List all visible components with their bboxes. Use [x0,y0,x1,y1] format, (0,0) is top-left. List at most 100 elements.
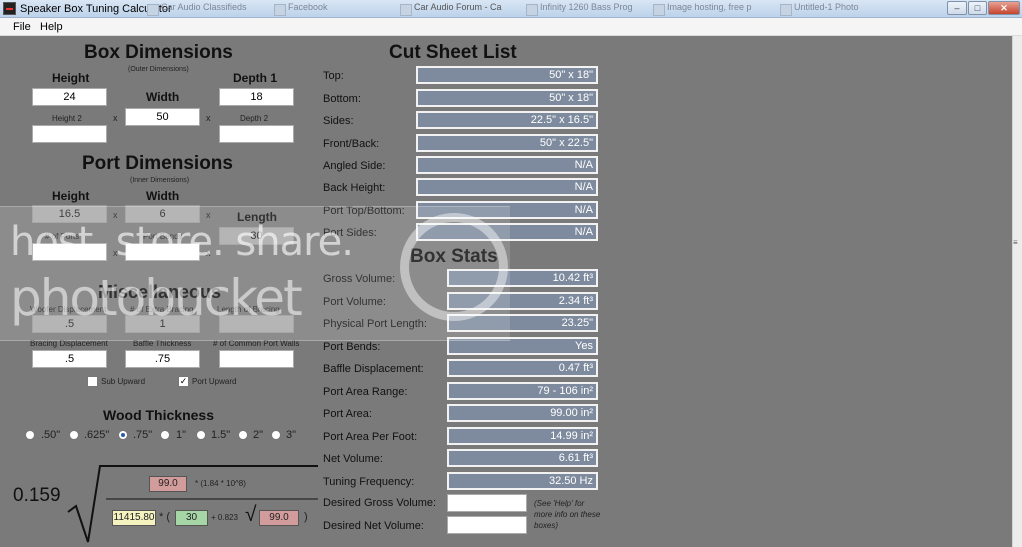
cut-sheet-value-sides: 22.5" x 16.5" [416,111,598,129]
minimize-button[interactable]: – [947,1,967,15]
stat-value-baffle-displacement: 0.47 ft³ [447,359,598,377]
stat-value-port-area-per-foot: 14.99 in² [447,427,598,445]
background-tab-1[interactable]: Car Audio Classifieds [145,2,260,17]
desired-net-label: Desired Net Volume: [323,520,424,532]
formula-plus-term: + 0.823 [211,513,238,522]
formula-port-area-box: 99.0 [149,476,187,492]
port-dimensions-subtitle: (Inner Dimensions) [130,177,190,184]
port-upward-label: Port Upward [192,377,237,386]
bracing-displacement-input[interactable]: .5 [32,350,107,368]
watermark-slogan: host. store. share. [10,219,354,265]
stat-label-net-volume: Net Volume: [323,453,383,465]
wood-option-label: 3" [286,429,297,441]
formula-multiply: * ( [159,511,170,523]
height-input[interactable]: 24 [32,88,107,106]
stat-label-port-area-range: Port Area Range: [323,386,408,398]
wood-thickness-heading: Wood Thickness [103,407,214,423]
cut-sheet-heading: Cut Sheet List [389,42,517,63]
vertical-scrollbar[interactable] [1012,36,1022,547]
baffle-thickness-input[interactable]: .75 [125,350,200,368]
depth2-input[interactable] [219,125,294,143]
wood-option-label: 2" [253,429,264,441]
app-icon [3,2,16,15]
width-label: Width [146,90,180,104]
wood-radio-50[interactable] [25,430,35,440]
menu-file[interactable]: File [13,21,31,33]
formula-length-box: 30 [175,510,208,526]
wood-radio-1-5[interactable] [196,430,206,440]
common-port-walls-input[interactable] [219,350,294,368]
cut-sheet-value-front-back: 50" x 22.5" [416,134,598,152]
cut-sheet-label-top: Top: [323,70,344,82]
background-tab-4[interactable]: Infinity 1260 Bass Prog [524,2,639,17]
cut-sheet-label-sides: Sides: [323,115,354,127]
box-dimensions-subtitle: (Outer Dimensions) [128,66,189,73]
stat-label-port-area-per-foot: Port Area Per Foot: [323,431,418,443]
cut-sheet-value-top: 50" x 18" [416,66,598,84]
depth1-label: Depth 1 [233,71,278,85]
formula-coefficient: 0.159 [13,485,61,506]
desired-gross-input[interactable] [447,494,527,512]
wood-radio-75[interactable] [118,430,128,440]
height2-label: Height 2 [52,114,82,123]
desired-gross-label: Desired Gross Volume: [323,497,437,509]
help-note: (See 'Help' for more info on these boxes… [534,499,601,530]
stat-label-port-bends: Port Bends: [323,341,381,353]
cut-sheet-label-angled-side: Angled Side: [323,160,386,172]
desired-net-input[interactable] [447,516,527,534]
wood-radio-625[interactable] [69,430,79,440]
height2-input[interactable] [32,125,107,143]
formula-volume-box: 11415.80 [112,510,156,526]
cut-sheet-value-angled-side: N/A [416,156,598,174]
background-tab-3[interactable]: Car Audio Forum - Ca [398,2,513,17]
watermark-logo-icon [400,213,508,321]
times-sign: x [113,113,118,123]
background-tab-5[interactable]: Image hosting, free p [651,2,766,17]
watermark-brand: photobucket [10,269,303,327]
wood-option-label: .50" [41,429,61,441]
formula-small-radical-icon: √ [245,503,257,526]
sub-upward-checkbox[interactable] [87,376,98,387]
width-input[interactable]: 50 [125,108,200,126]
stat-value-port-area-range: 79 - 106 in² [447,382,598,400]
formula-radical-icon [67,465,318,543]
menu-bar: File Help [0,18,1022,36]
cut-sheet-label-back-height: Back Height: [323,182,386,194]
wood-option-label: 1.5" [211,429,231,441]
background-tab-2[interactable]: Facebook [272,2,387,17]
port-width-label: Width [146,189,180,203]
stat-value-tuning-frequency: 32.50 Hz [447,472,598,490]
wood-option-label: 1" [176,429,187,441]
times-sign: x [206,113,211,123]
formula-numerator-tail: * (1.84 * 10^8) [195,479,246,488]
height-label: Height [52,71,90,85]
formula-close-paren: ) [304,511,308,523]
formula-area-box: 99.0 [259,510,299,526]
menu-help[interactable]: Help [40,21,63,33]
wood-radio-2[interactable] [238,430,248,440]
wood-radio-1[interactable] [160,430,170,440]
cut-sheet-label-bottom: Bottom: [323,93,361,105]
close-button[interactable]: ✕ [988,1,1020,15]
cut-sheet-value-back-height: N/A [416,178,598,196]
port-upward-checkbox[interactable]: ✓ [178,376,189,387]
wood-option-label: .75" [133,429,153,441]
box-dimensions-heading: Box Dimensions [84,42,233,63]
photobucket-watermark: host. store. share. photobucket [0,206,510,341]
stat-label-baffle-displacement: Baffle Displacement: [323,363,424,375]
sub-upward-label: Sub Upward [101,377,146,386]
title-bar: Speaker Box Tuning Calculator Car Audio … [0,0,1022,18]
cut-sheet-value-bottom: 50" x 18" [416,89,598,107]
stat-value-port-area: 99.00 in² [447,404,598,422]
stat-label-port-area: Port Area: [323,408,372,420]
depth1-input[interactable]: 18 [219,88,294,106]
maximize-button[interactable]: □ [968,1,987,15]
cut-sheet-label-front-back: Front/Back: [323,138,380,150]
port-dimensions-heading: Port Dimensions [82,153,233,174]
background-tab-6[interactable]: Untitled-1 Photo [778,2,888,17]
stat-value-net-volume: 6.61 ft³ [447,449,598,467]
depth2-label: Depth 2 [240,114,269,123]
port-height-label: Height [52,189,90,203]
stat-label-tuning-frequency: Tuning Frequency: [323,476,415,488]
wood-radio-3[interactable] [271,430,281,440]
